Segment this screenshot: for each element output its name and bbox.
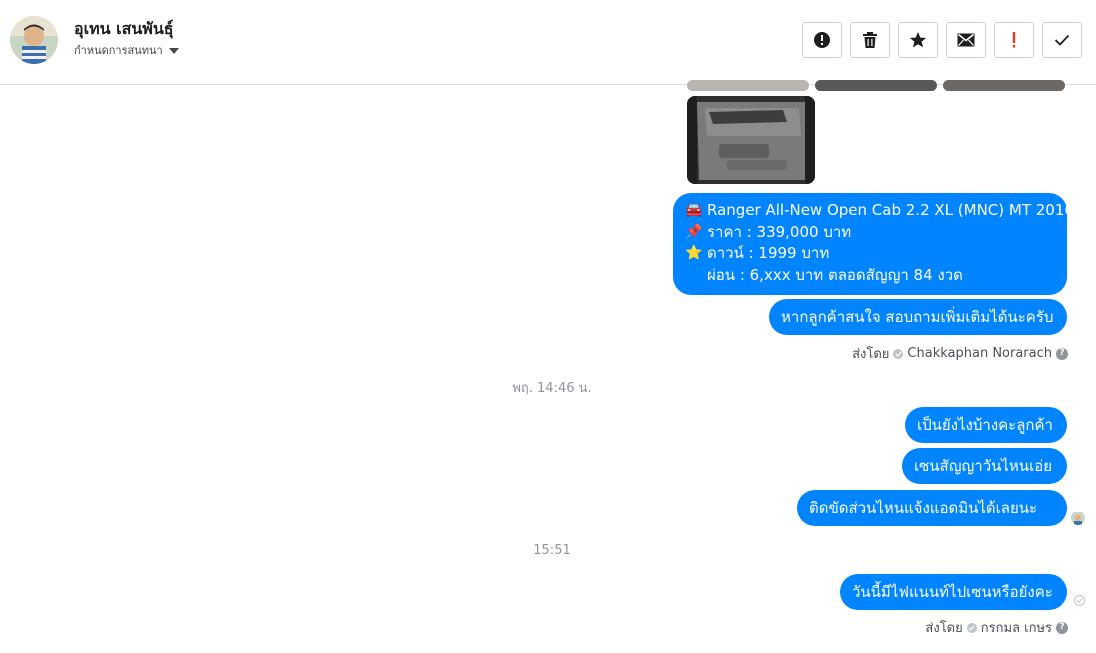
attachment-image[interactable] — [815, 80, 937, 91]
message-bubble[interactable]: หากลูกค้าสนใจ สอบถามเพิ่มเติมได้นะครับ — [769, 299, 1067, 335]
report-spam-button[interactable] — [802, 22, 842, 58]
conversation-header: อุเทน เสนพันธุ์ กำหนดการสนทนา — [0, 0, 1096, 85]
message-toolbar — [802, 22, 1082, 58]
mark-done-button[interactable] — [1042, 22, 1082, 58]
help-icon[interactable]: ? — [1056, 347, 1068, 360]
car-model-line: 🚘 Ranger All-New Open Cab 2.2 XL (MNC) M… — [685, 200, 1074, 222]
pushpin-emoji-icon: 📌 — [685, 223, 703, 240]
price-line: 📌 ราคา : 339,000 บาท — [685, 222, 1055, 244]
delivered-check-icon — [1074, 595, 1085, 606]
star-emoji-icon: ⭐ — [685, 245, 703, 261]
sender-name: Chakkaphan Norarach — [907, 346, 1052, 361]
down-payment-line: ⭐ ดาวน์ : 1999 บาท — [685, 243, 1055, 265]
timestamp-divider: 15:51 — [533, 543, 571, 558]
checkmark-icon — [1054, 34, 1070, 46]
message-text: เป็นยังไงบ้างคะลูกค้า — [917, 416, 1053, 434]
star-icon — [909, 32, 927, 48]
attachment-image[interactable] — [943, 80, 1065, 91]
price-text: ราคา : 339,000 บาท — [707, 222, 852, 241]
mark-unread-button[interactable] — [946, 22, 986, 58]
trash-icon — [863, 32, 877, 48]
message-text: วันนี้มีไฟแนนท์ไปเซนหรือยังคะ — [852, 583, 1053, 601]
star-button[interactable] — [898, 22, 938, 58]
delete-button[interactable] — [850, 22, 890, 58]
attachment-image[interactable] — [687, 80, 809, 91]
read-receipt-avatar — [1071, 511, 1085, 525]
exclamation-icon — [1012, 32, 1016, 48]
contact-avatar[interactable] — [10, 16, 58, 64]
sent-by-indicator: ส่งโดย กรกมล เกษร ? — [925, 617, 1068, 638]
alert-circle-icon — [814, 32, 830, 48]
message-bubble[interactable]: ติดขัดส่วนไหนแจ้งแอดมินได้เลยนะคะ — [797, 490, 1067, 539]
conversation-settings-label: กำหนดการสนทนา — [74, 44, 163, 57]
envelope-icon — [957, 33, 975, 47]
car-emoji-icon: 🚘 — [685, 202, 703, 218]
sender-name: กรกมล เกษร — [980, 621, 1052, 636]
message-text: หากลูกค้าสนใจ สอบถามเพิ่มเติมได้นะครับ — [781, 308, 1054, 326]
message-bubble[interactable]: วันนี้มีไฟแนนท์ไปเซนหรือยังคะ — [840, 574, 1067, 610]
message-bubble[interactable]: เซนสัญญาวันไหนเอ่ย — [902, 448, 1067, 484]
follow-up-button[interactable] — [994, 22, 1034, 58]
message-text: ติดขัดส่วนไหนแจ้งแอดมินได้เลยนะคะ — [809, 499, 1038, 539]
caret-down-icon — [168, 47, 179, 54]
down-payment-text: ดาวน์ : 1999 บาท — [707, 244, 830, 262]
contact-name[interactable]: อุเทน เสนพันธุ์ — [74, 17, 174, 42]
attachment-image-door-panel[interactable] — [687, 96, 815, 184]
message-bubble[interactable]: เป็นยังไงบ้างคะลูกค้า — [905, 407, 1067, 443]
help-icon[interactable]: ? — [1056, 621, 1068, 634]
installment-text: ผ่อน : 6,xxx บาท ตลอดสัญญา 84 งวด — [707, 265, 963, 284]
sent-by-label: ส่งโดย — [852, 347, 890, 362]
car-model-text: Ranger All-New Open Cab 2.2 XL (MNC) MT … — [707, 201, 1074, 219]
timestamp-divider: พฤ. 14:46 น. — [512, 381, 592, 396]
verified-check-icon — [893, 348, 904, 359]
sent-by-indicator: ส่งโดย Chakkaphan Norarach ? — [852, 343, 1068, 364]
sent-by-label: ส่งโดย — [925, 621, 963, 636]
conversation-settings-dropdown[interactable]: กำหนดการสนทนา — [74, 41, 179, 59]
message-text: เซนสัญญาวันไหนเอ่ย — [914, 457, 1052, 475]
message-bubble-car-info[interactable]: 🚘 Ranger All-New Open Cab 2.2 XL (MNC) M… — [673, 193, 1074, 295]
installment-line: ผ่อน : 6,xxx บาท ตลอดสัญญา 84 งวด — [685, 265, 1055, 287]
verified-check-icon — [966, 622, 977, 633]
